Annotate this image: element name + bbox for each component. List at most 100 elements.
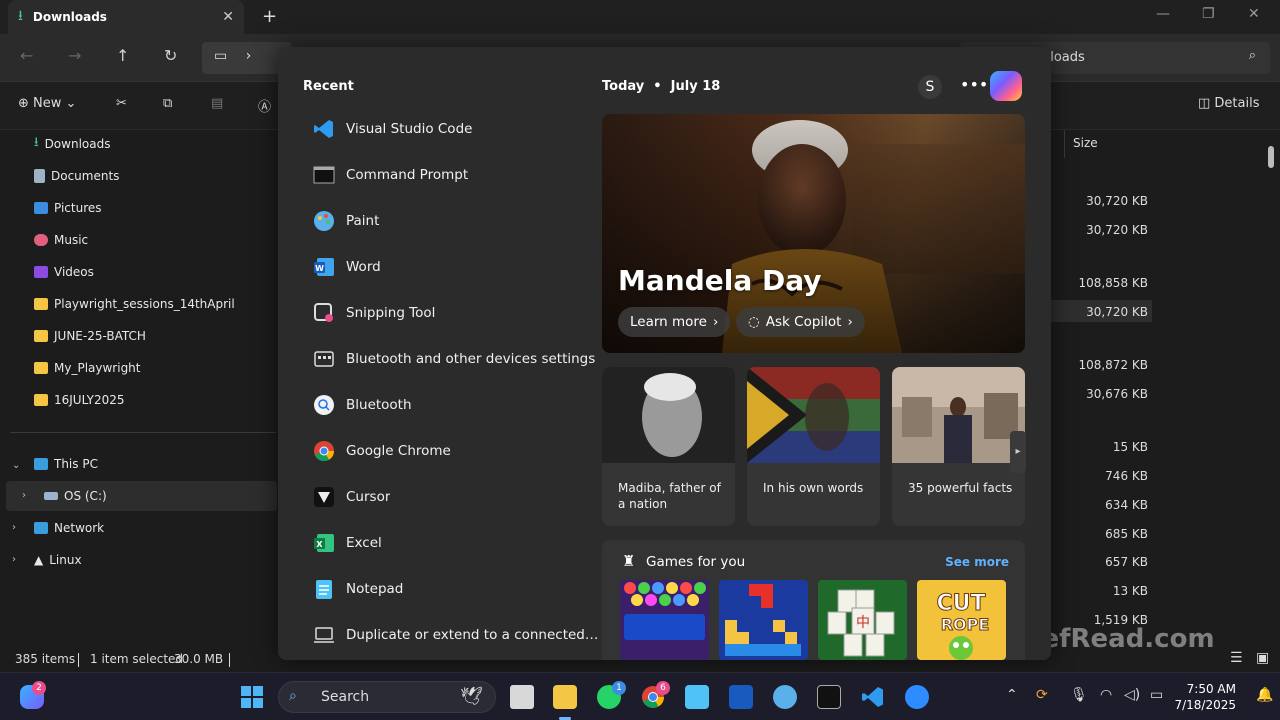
news-card[interactable]: In his own words bbox=[747, 367, 880, 526]
sidebar-item-folder[interactable]: 16JULY2025 bbox=[34, 388, 125, 412]
up-icon[interactable]: ↑ bbox=[116, 46, 129, 65]
new-button[interactable]: ⊕ New ⌄ bbox=[18, 96, 76, 111]
forward-icon[interactable]: → bbox=[68, 46, 81, 65]
system-clock[interactable]: 7:50 AM 7/18/2025 bbox=[1174, 681, 1236, 713]
item-count: 385 items bbox=[15, 652, 76, 666]
sidebar-item-folder[interactable]: Playwright_sessions_14thApril bbox=[34, 292, 235, 316]
sidebar-item-documents[interactable]: Documents bbox=[34, 164, 119, 188]
vscode-icon[interactable] bbox=[861, 685, 885, 709]
recent-app-paint[interactable]: Paint bbox=[312, 206, 602, 236]
notepad-icon[interactable] bbox=[685, 685, 709, 709]
recent-app-notepad[interactable]: Notepad bbox=[312, 574, 602, 604]
news-card[interactable]: Madiba, father of a nation bbox=[602, 367, 735, 526]
sidebar-item-folder[interactable]: JUNE-25-BATCH bbox=[34, 324, 146, 348]
sidebar-item-pictures[interactable]: Pictures bbox=[34, 196, 102, 220]
learn-more-button[interactable]: Learn more › bbox=[618, 307, 731, 337]
sidebar-item-linux[interactable]: ▲ Linux bbox=[34, 548, 82, 572]
details-label: Details bbox=[1214, 96, 1260, 111]
taskbar: 2 ⌕ Search 🕊 1 6 ⌃ ⟳ 🎙 ◠ ◁) ▭ 7:50 AM 7/… bbox=[0, 672, 1280, 720]
chevron-right-icon[interactable]: › bbox=[12, 554, 16, 565]
recent-app-bluetooth-settings[interactable]: Bluetooth and other devices settings bbox=[312, 344, 602, 374]
paste-icon[interactable]: ▤ bbox=[211, 96, 223, 111]
chevron-right-icon[interactable]: ▸ bbox=[1010, 431, 1026, 473]
minimize-icon[interactable]: — bbox=[1156, 6, 1170, 22]
copilot-icon[interactable] bbox=[990, 71, 1022, 101]
maximize-icon[interactable]: ❐ bbox=[1202, 6, 1215, 22]
news-card[interactable]: 35 powerful facts bbox=[892, 367, 1025, 526]
svg-text:ROPE: ROPE bbox=[941, 615, 990, 634]
tab-bar: ⭳ Downloads ✕ + — ❐ ✕ bbox=[0, 0, 1280, 34]
new-label: New bbox=[33, 96, 62, 111]
game-tile-mahjong[interactable]: 中 bbox=[818, 580, 907, 660]
details-button[interactable]: ◫ Details bbox=[1198, 96, 1260, 111]
sidebar-item-videos[interactable]: Videos bbox=[34, 260, 94, 284]
sidebar-item-downloads[interactable]: ⭳ Downloads bbox=[34, 132, 110, 156]
sync-icon[interactable]: ⟳ bbox=[1036, 687, 1048, 703]
microphone-icon[interactable]: 🎙 bbox=[1070, 687, 1088, 703]
game-tile-cut-the-rope[interactable]: CUT ROPE bbox=[917, 580, 1006, 660]
recent-app-display[interactable]: Duplicate or extend to a connected di... bbox=[312, 620, 602, 650]
file-explorer-icon[interactable] bbox=[553, 685, 577, 709]
hero-title: Mandela Day bbox=[618, 264, 822, 297]
battery-icon[interactable]: ▭ bbox=[1150, 687, 1163, 703]
details-view-icon[interactable]: ☰ bbox=[1230, 650, 1243, 666]
avatar[interactable]: S bbox=[918, 75, 942, 99]
recent-app-command-prompt[interactable]: Command Prompt bbox=[312, 160, 602, 190]
more-options-icon[interactable]: ••• bbox=[960, 75, 988, 94]
scrollbar-thumb[interactable] bbox=[1268, 146, 1274, 168]
see-more-link[interactable]: See more bbox=[945, 555, 1009, 569]
windows-start-icon[interactable] bbox=[240, 685, 264, 709]
chat-bubble-icon: ◌ bbox=[748, 314, 760, 330]
chevron-right-icon[interactable]: › bbox=[22, 490, 26, 501]
volume-icon[interactable]: ◁) bbox=[1124, 687, 1140, 703]
notification-bell-icon[interactable]: 🔔 bbox=[1256, 687, 1273, 703]
column-header-size[interactable]: Size bbox=[1064, 130, 1280, 158]
terminal-icon[interactable] bbox=[817, 685, 841, 709]
recent-app-word[interactable]: W Word bbox=[312, 252, 602, 282]
ask-copilot-button[interactable]: ◌ Ask Copilot › bbox=[736, 307, 865, 337]
chevron-up-icon[interactable]: ⌃ bbox=[1006, 687, 1018, 703]
app-label: Bluetooth bbox=[346, 397, 412, 413]
rename-icon[interactable]: Ⓐ bbox=[258, 96, 271, 115]
sidebar-item-os-drive[interactable]: OS (C:) bbox=[44, 484, 107, 508]
recent-app-chrome[interactable]: Google Chrome bbox=[312, 436, 602, 466]
taskbar-search-box[interactable]: ⌕ Search 🕊 bbox=[278, 681, 496, 713]
recent-app-snipping-tool[interactable]: Snipping Tool bbox=[312, 298, 602, 328]
sidebar-item-this-pc[interactable]: This PC bbox=[34, 452, 98, 476]
sidebar-item-label: My_Playwright bbox=[54, 361, 141, 375]
word-icon[interactable] bbox=[729, 685, 753, 709]
cut-icon[interactable]: ✂ bbox=[116, 96, 127, 111]
close-tab-icon[interactable]: ✕ bbox=[222, 9, 234, 25]
close-window-icon[interactable]: ✕ bbox=[1248, 6, 1260, 22]
file-size: 685 KB bbox=[1105, 527, 1148, 541]
game-tile-bubble-shooter[interactable] bbox=[620, 580, 709, 660]
recent-app-vscode[interactable]: Visual Studio Code bbox=[312, 114, 602, 144]
recent-app-cursor[interactable]: Cursor bbox=[312, 482, 602, 512]
sidebar-item-label: Videos bbox=[54, 265, 94, 279]
recent-app-bluetooth[interactable]: Bluetooth bbox=[312, 390, 602, 420]
recent-app-excel[interactable]: X Excel bbox=[312, 528, 602, 558]
zoom-icon[interactable] bbox=[905, 685, 929, 709]
hero-card[interactable]: Mandela Day Learn more › ◌ Ask Copilot › bbox=[602, 114, 1025, 353]
paint-icon[interactable] bbox=[773, 685, 797, 709]
today-heading: Today • July 18 bbox=[602, 79, 720, 94]
sidebar-divider bbox=[10, 432, 276, 433]
refresh-icon[interactable]: ↻ bbox=[164, 46, 177, 65]
sidebar-item-folder[interactable]: My_Playwright bbox=[34, 356, 141, 380]
wifi-icon[interactable]: ◠ bbox=[1100, 687, 1112, 703]
recent-heading: Recent bbox=[303, 79, 354, 94]
new-tab-button[interactable]: + bbox=[262, 6, 277, 27]
tab-downloads[interactable]: ⭳ Downloads ✕ bbox=[8, 0, 244, 34]
sidebar-item-music[interactable]: Music bbox=[34, 228, 88, 252]
network-icon bbox=[34, 522, 48, 534]
sidebar-item-network[interactable]: Network bbox=[34, 516, 104, 540]
file-size: 108,872 KB bbox=[1078, 358, 1148, 372]
back-icon[interactable]: ← bbox=[20, 46, 33, 65]
tiles-view-icon[interactable]: ▣ bbox=[1256, 650, 1269, 666]
paint-icon bbox=[312, 209, 336, 233]
chevron-right-icon[interactable]: › bbox=[12, 522, 16, 533]
chevron-down-icon[interactable]: ⌄ bbox=[12, 460, 20, 471]
game-tile-block-puzzle[interactable] bbox=[719, 580, 808, 660]
task-view-icon[interactable] bbox=[510, 685, 534, 709]
copy-icon[interactable]: ⧉ bbox=[163, 96, 172, 111]
